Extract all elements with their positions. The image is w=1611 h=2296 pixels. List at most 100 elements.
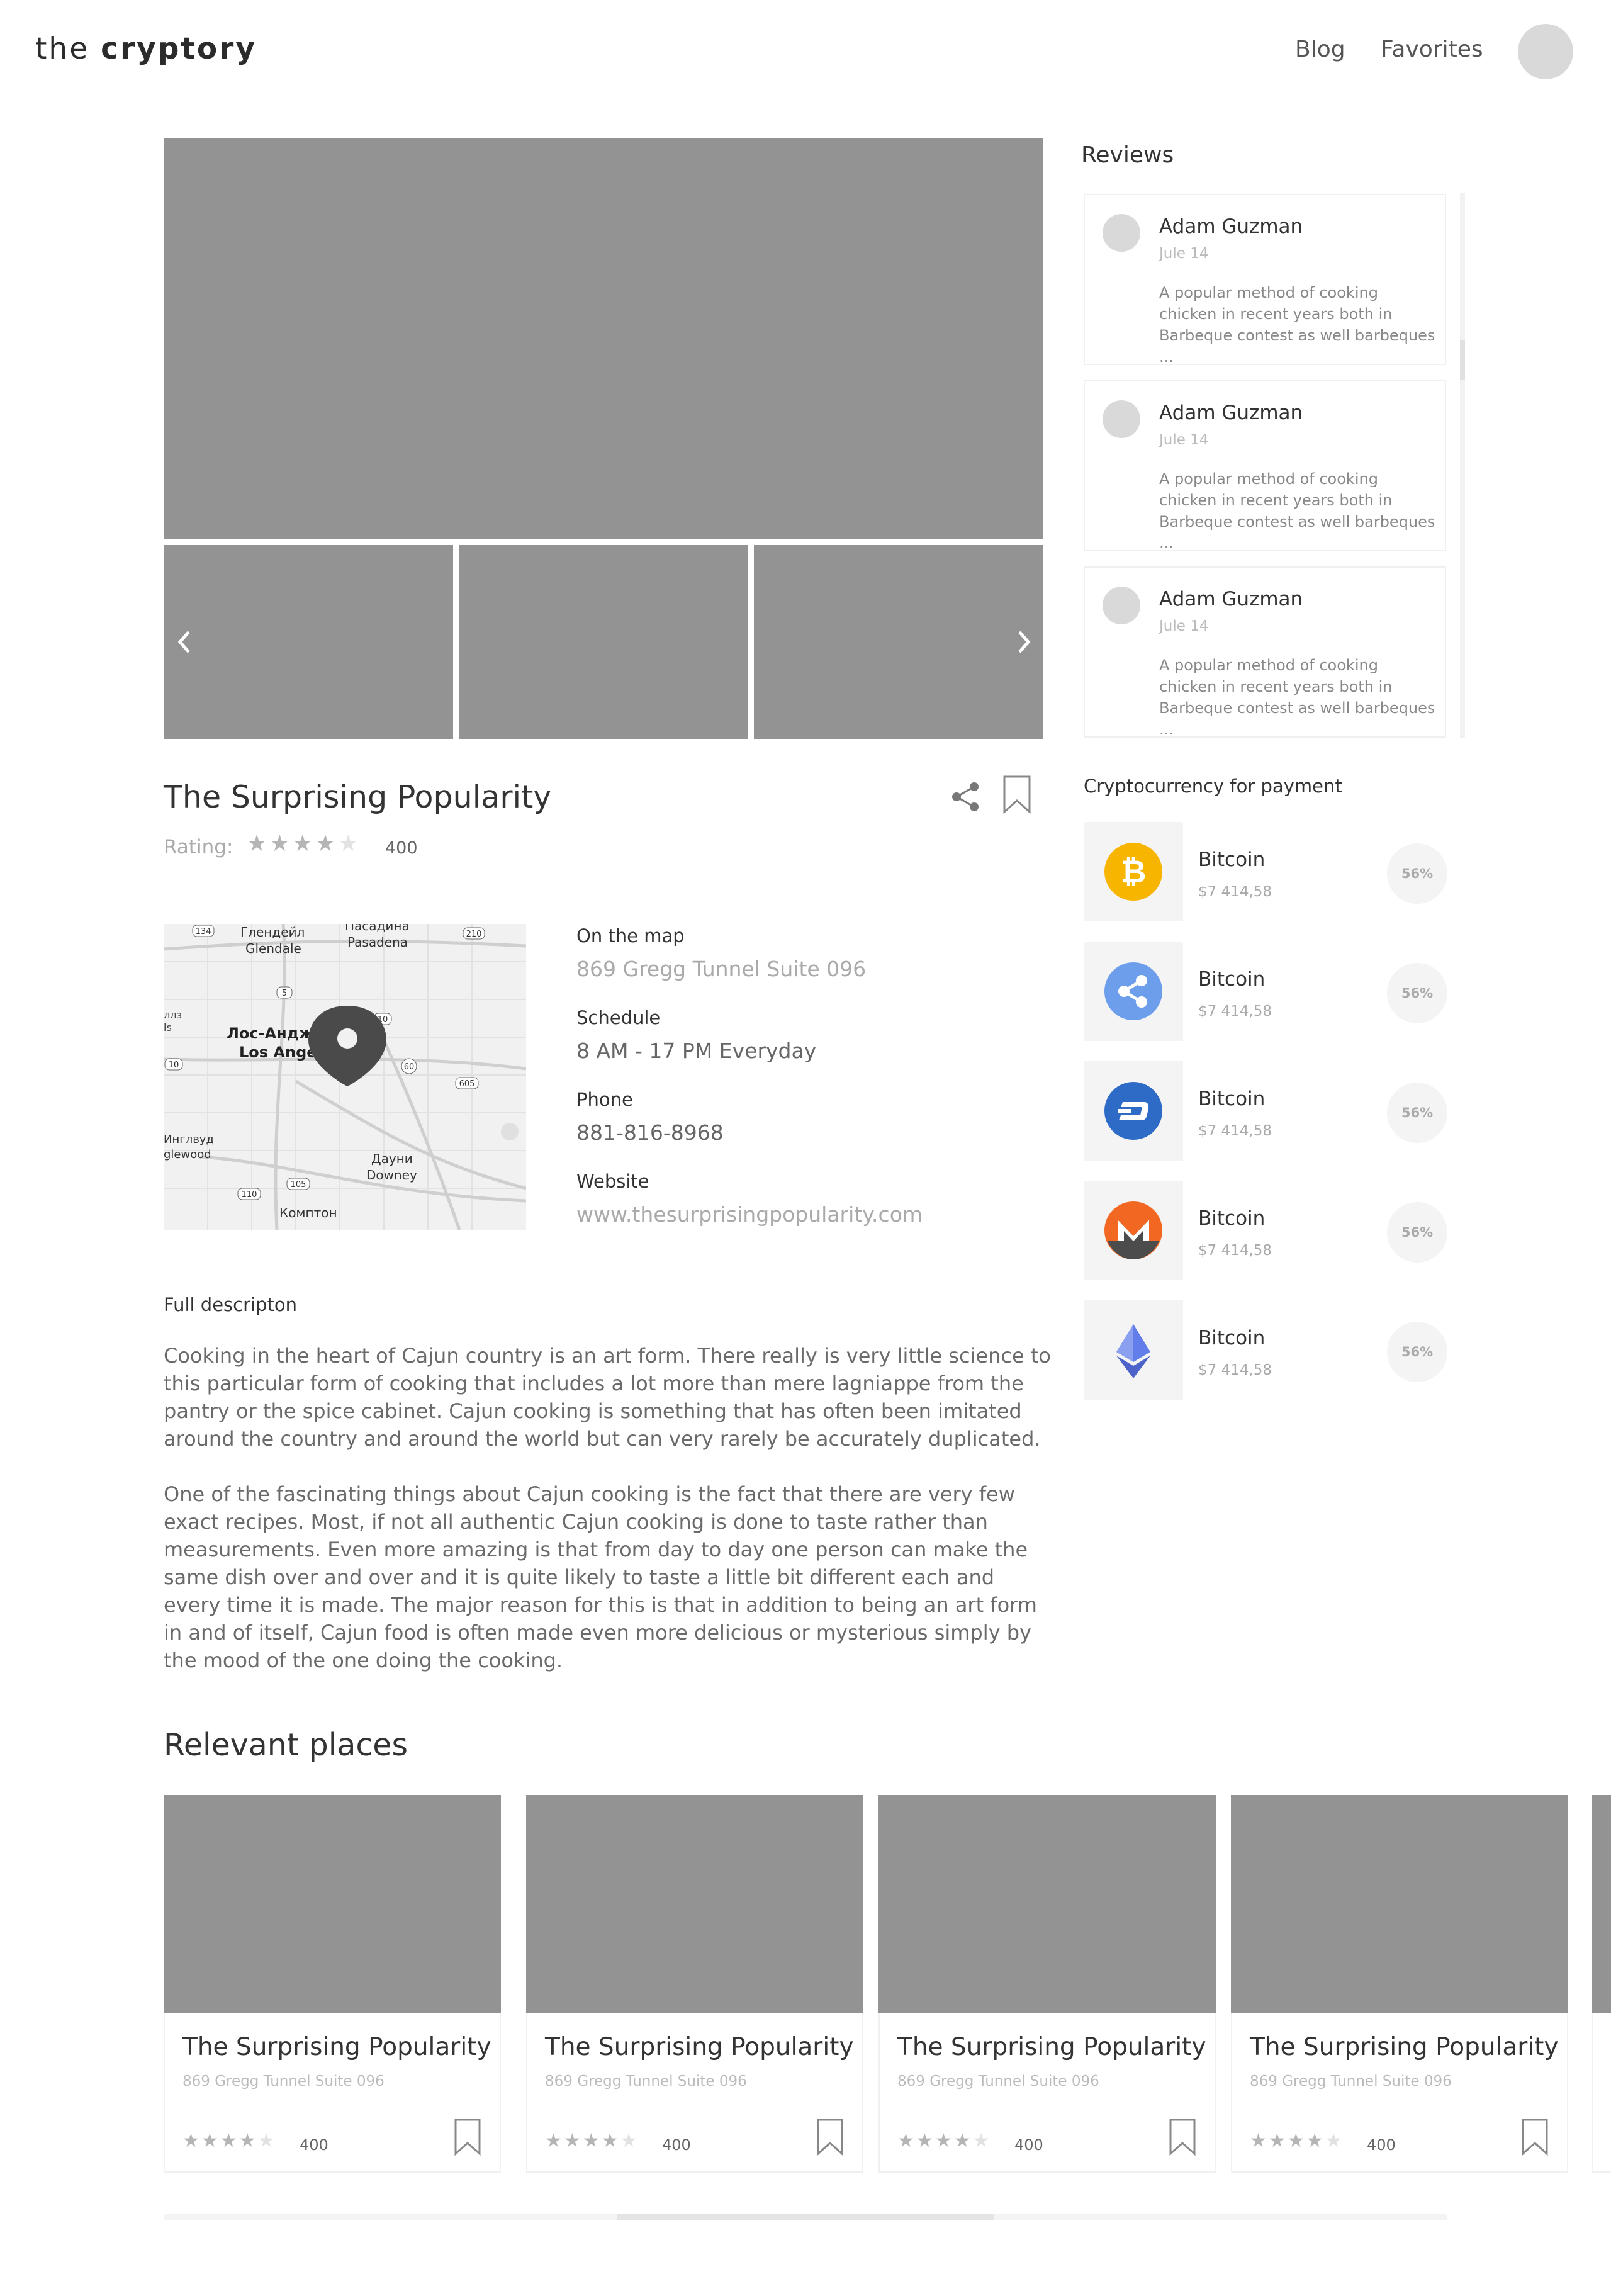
crypto-icon-box [1084,1300,1183,1400]
relevant-place-card[interactable]: The Surprising Popularity 869 Gregg Tunn… [878,1795,1216,2173]
reviews-scrollbar-track[interactable] [1460,193,1465,738]
crypto-percent-badge: 56% [1387,1322,1447,1382]
crypto-name: Bitcoin [1198,1327,1266,1349]
reviewer-name: Adam Guzman [1159,588,1303,611]
star-filled-icon: ★ [563,2130,583,2152]
card-rating-stars: ★★★★★ [545,2130,639,2152]
crypto-icon-box [1084,942,1183,1041]
review-date: Jule 14 [1159,245,1209,262]
info-schedule-label: Schedule [576,1007,661,1028]
user-avatar[interactable] [1518,24,1573,79]
crypto-icon-box: ₿ [1084,822,1183,921]
rating-count: 400 [385,838,418,858]
crypto-percent-badge: 56% [1387,843,1447,904]
star-empty-icon: ★ [257,2130,277,2152]
svg-text:₿: ₿ [1121,853,1147,890]
nav-favorites-link[interactable]: Favorites [1381,37,1483,62]
reviews-scrollbar-thumb[interactable] [1460,340,1465,380]
star-filled-icon: ★ [1306,2130,1325,2152]
crypto-name: Bitcoin [1198,1088,1266,1110]
logo[interactable]: the cryptory [35,31,257,66]
map-shield: 134 [196,927,211,937]
crypto-price: $7 414,58 [1198,1123,1272,1139]
nav-blog-link[interactable]: Blog [1295,37,1345,62]
card-title: The Surprising Popularity [545,2033,854,2061]
star-empty-icon: ★ [1325,2130,1344,2152]
crypto-name: Bitcoin [1198,1207,1266,1230]
map-shield: 605 [459,1079,475,1089]
map-shield: 10 [169,1061,179,1070]
star-filled-icon: ★ [220,2130,239,2152]
map-label: glewood [164,1148,211,1161]
map-label: Глендейл [240,925,305,940]
info-website-link[interactable]: www.thesurprisingpopularity.com [576,1202,923,1227]
card-image [878,1795,1216,2013]
bitcoin-icon: ₿ [1104,843,1162,901]
map-label: Glendale [245,941,301,956]
crypto-percent-badge: 56% [1387,1083,1447,1143]
bookmark-icon[interactable] [453,2117,482,2156]
star-empty-icon: ★ [338,831,361,857]
relevant-place-card[interactable]: The Surprising Popularity 869 Gregg Tunn… [164,1795,501,2173]
info-phone-value[interactable]: 881-816-8968 [576,1120,724,1145]
card-address: 869 Gregg Tunnel Suite 096 [182,2073,385,2090]
relevant-places-title: Relevant places [164,1727,408,1763]
review-card: Adam Guzman Jule 14 A popular method of … [1084,566,1446,738]
share-icon[interactable] [948,779,983,814]
map-label: Инглвуд [164,1133,214,1146]
star-filled-icon: ★ [292,831,315,857]
info-schedule-value: 8 AM - 17 PM Everyday [576,1038,817,1063]
bookmark-icon[interactable] [1168,2117,1197,2156]
card-title: The Surprising Popularity [1250,2033,1559,2061]
card-rating-count: 400 [1014,2136,1043,2154]
star-filled-icon: ★ [315,831,339,857]
map-label: Pasadena [347,935,408,950]
star-filled-icon: ★ [1287,2130,1306,2152]
card-image [526,1795,863,2013]
crypto-price: $7 414,58 [1198,1003,1272,1020]
review-text: A popular method of cooking chicken in r… [1159,656,1435,738]
star-filled-icon: ★ [897,2130,916,2152]
card-rating-count: 400 [662,2136,691,2154]
review-card: Adam Guzman Jule 14 A popular method of … [1084,380,1446,552]
card-image [1231,1795,1568,2013]
relevant-place-card[interactable]: The Surprising Popularity 869 Gregg Tunn… [1231,1795,1568,2173]
crypto-price: $7 414,58 [1198,1242,1272,1259]
map-shield: 110 [242,1190,257,1200]
gallery-thumbnail[interactable] [164,545,453,739]
reviewer-avatar [1103,400,1140,438]
info-phone-label: Phone [576,1089,633,1110]
map-label: Пасадина [345,924,410,933]
description-paragraph: Cooking in the heart of Cajun country is… [164,1344,1051,1451]
card-image [1592,1795,1611,2013]
review-card: Adam Guzman Jule 14 A popular method of … [1084,194,1446,366]
bookmark-icon[interactable] [1520,2117,1549,2156]
reviewer-name: Adam Guzman [1159,215,1303,238]
star-filled-icon: ★ [182,2130,201,2152]
card-title: The Surprising Popularity [182,2033,491,2061]
relevant-place-card-partial[interactable] [1592,1795,1611,2173]
info-map-value: 869 Gregg Tunnel Suite 096 [576,957,867,981]
map-label: ls [164,1021,172,1033]
gallery-thumbnail[interactable] [754,545,1043,739]
card-rating-stars: ★★★★★ [897,2130,992,2152]
chevron-left-icon[interactable] [172,627,198,657]
star-filled-icon: ★ [269,831,293,857]
map-shield: 60 [404,1062,415,1072]
relevant-place-card[interactable]: The Surprising Popularity 869 Gregg Tunn… [526,1795,863,2173]
card-rating-stars: ★★★★★ [182,2130,277,2152]
place-title: The Surprising Popularity [164,779,552,815]
star-filled-icon: ★ [247,831,270,857]
card-rating-stars: ★★★★★ [1250,2130,1344,2152]
crypto-icon-box [1084,1061,1183,1161]
relevant-scrollbar-thumb[interactable] [617,2214,994,2220]
location-map[interactable]: Глендейл Glendale Пасадина Pasadena ллз … [164,924,526,1230]
bookmark-icon[interactable] [1002,774,1032,814]
chevron-right-icon[interactable] [1011,627,1036,657]
reviewer-avatar [1103,214,1140,252]
logo-light: the [35,31,90,66]
dash-icon [1104,1082,1162,1140]
star-filled-icon: ★ [545,2130,564,2152]
bookmark-icon[interactable] [816,2117,845,2156]
gallery-thumbnail[interactable] [459,545,748,739]
